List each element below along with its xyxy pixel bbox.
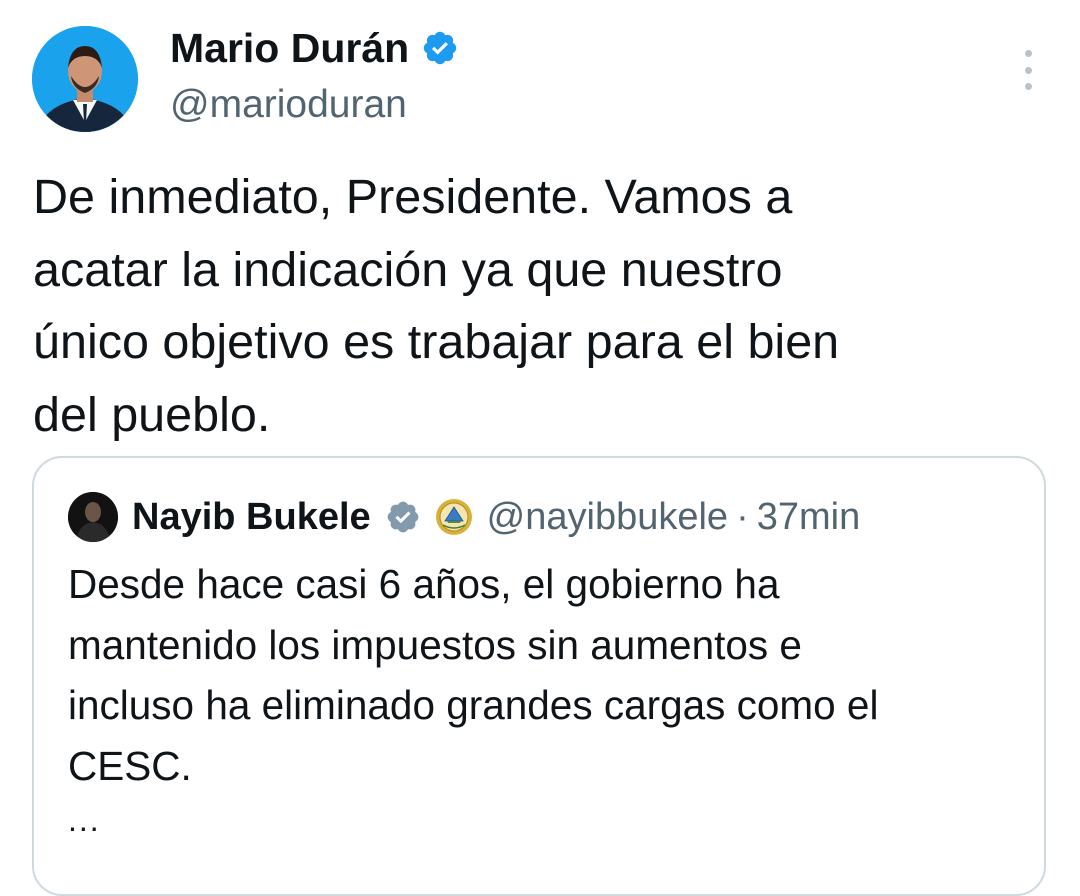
quoted-tweet-header: Nayib Bukele @nayibbukele · 37min	[132, 488, 860, 546]
show-more-ellipsis[interactable]: ...	[68, 802, 101, 839]
dot	[1024, 66, 1032, 74]
quoted-tweet-card[interactable]: Nayib Bukele @nayibbukele · 37min Desde …	[32, 456, 1046, 896]
quoted-author-handle[interactable]: @nayibbukele	[487, 496, 728, 539]
quoted-author-name[interactable]: Nayib Bukele	[132, 496, 371, 539]
tweet-text-line: De inmediato, Presidente. Vamos a	[33, 170, 793, 224]
separator-dot: ·	[736, 495, 749, 538]
author-avatar[interactable]	[32, 26, 138, 132]
author-handle[interactable]: @marioduran	[170, 82, 407, 128]
quoted-text-line: incluso ha eliminado grandes cargas como…	[68, 682, 879, 728]
verified-badge-icon	[421, 29, 459, 67]
quoted-text-line: CESC.	[68, 742, 192, 789]
quoted-tweet-timestamp[interactable]: 37min	[757, 496, 861, 539]
government-seal-icon	[435, 498, 473, 536]
tweet-text: De inmediato, Presidente. Vamos a acatar…	[33, 161, 1043, 451]
author-display-name[interactable]: Mario Durán	[170, 24, 459, 72]
tweet-text-line: del pueblo.	[33, 387, 271, 442]
more-options-icon[interactable]	[1016, 50, 1040, 90]
quoted-text-line: mantenido los impuestos sin aumentos e	[68, 621, 802, 668]
quoted-text-line: Desde hace casi 6 años, el gobierno ha	[68, 561, 780, 607]
quoted-tweet-text: Desde hace casi 6 años, el gobierno ha m…	[68, 554, 1038, 796]
quoted-author-avatar[interactable]	[68, 492, 118, 542]
dot	[1024, 50, 1032, 57]
tweet-text-line: acatar la indicación ya que nuestro	[33, 242, 783, 297]
tweet-text-line: único objetivo es trabajar para el bien	[33, 315, 840, 369]
author-name-text: Mario Durán	[170, 25, 410, 71]
dot	[1024, 83, 1032, 90]
gray-verified-badge-icon	[385, 499, 421, 535]
